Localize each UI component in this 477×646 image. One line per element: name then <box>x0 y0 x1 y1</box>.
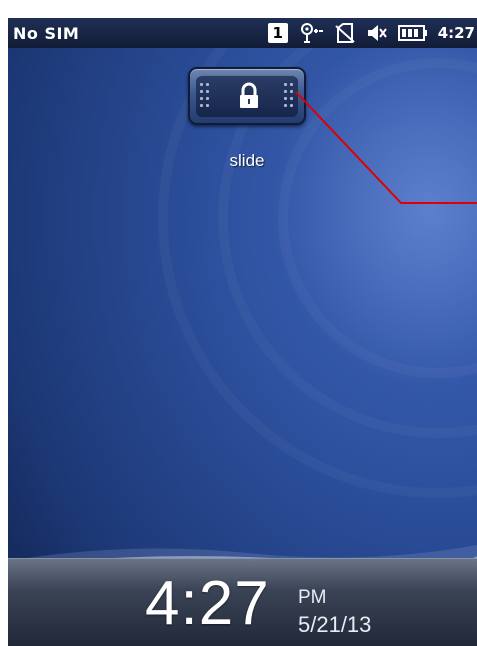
annotation-arrow <box>295 91 477 204</box>
